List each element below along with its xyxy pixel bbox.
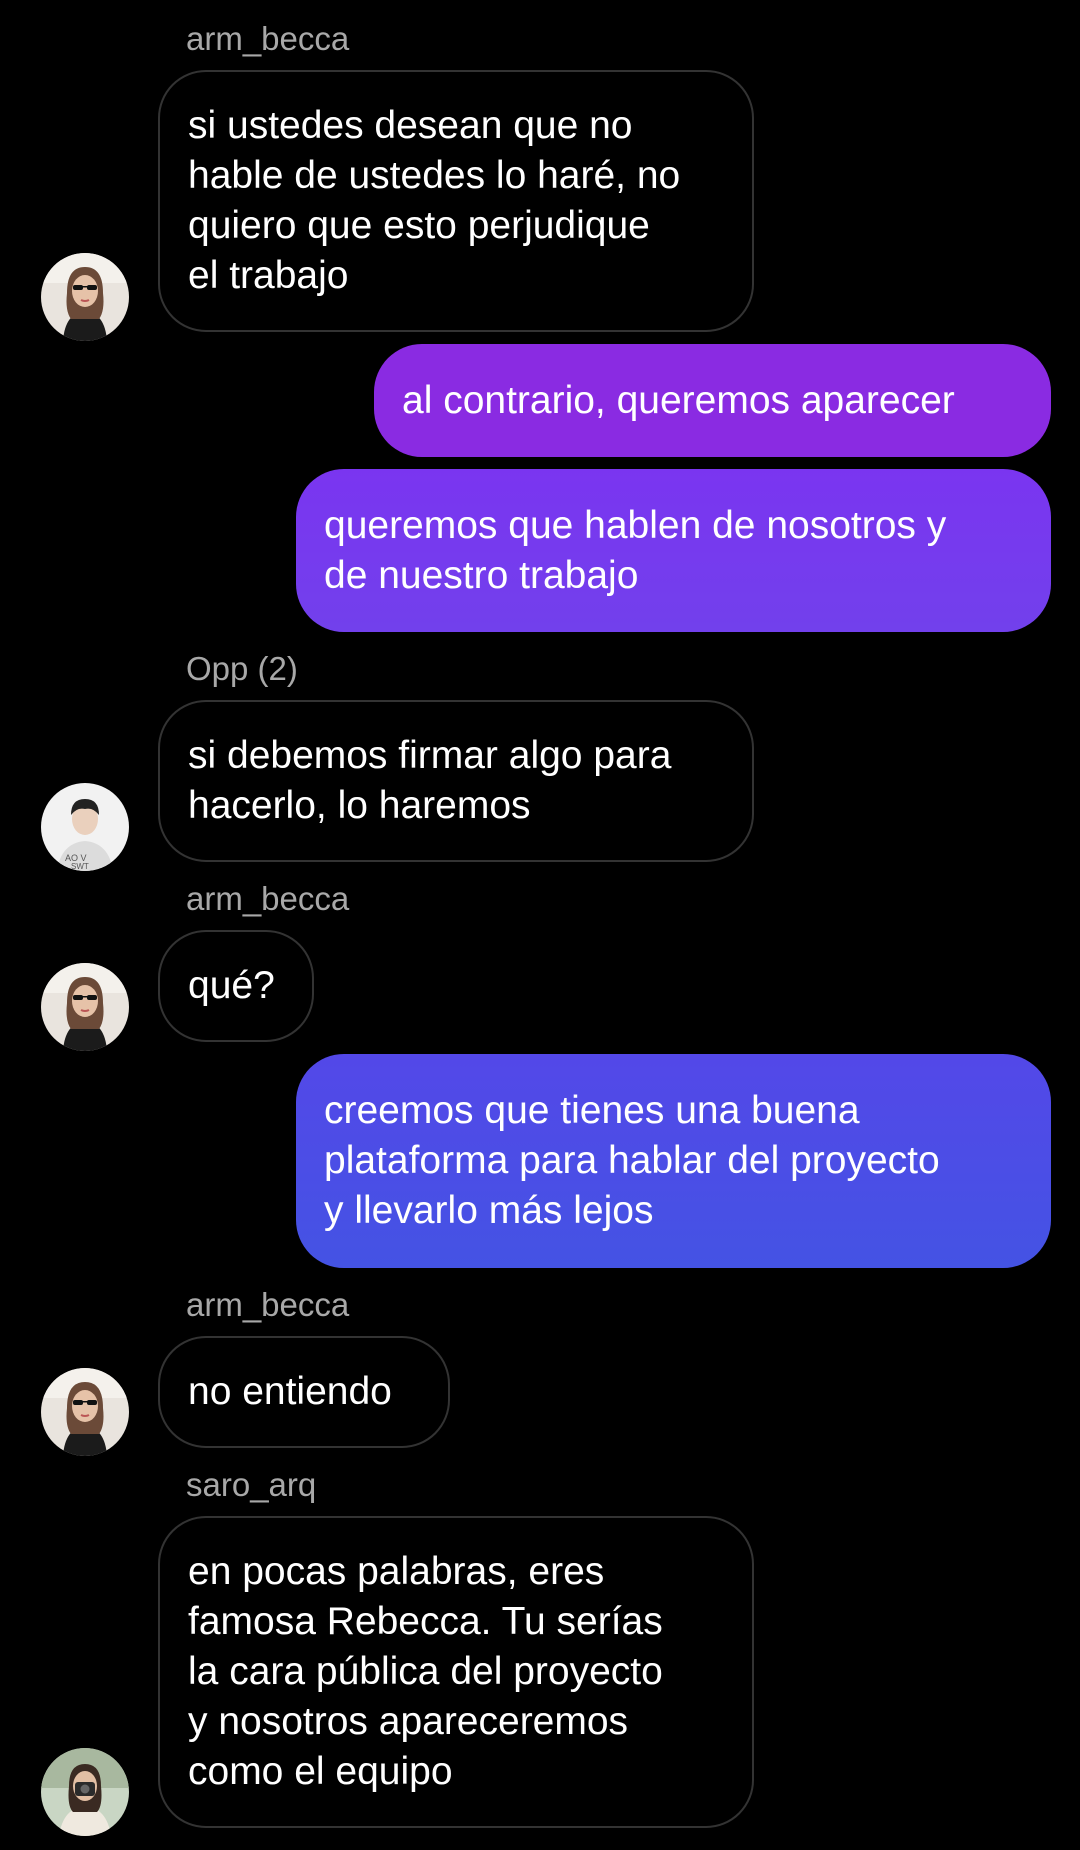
message-thread[interactable]: arm_becca si ustedes desean que no hable… bbox=[0, 0, 1080, 1850]
avatar-saro-arq[interactable] bbox=[41, 1748, 129, 1836]
outgoing-message[interactable]: al contrario, queremos aparecer bbox=[374, 344, 1051, 457]
outgoing-message[interactable]: queremos que hablen de nosotros y de nue… bbox=[296, 469, 1051, 632]
svg-text:SWT: SWT bbox=[71, 862, 89, 871]
incoming-message[interactable]: si ustedes desean que no hable de ustede… bbox=[158, 70, 754, 332]
incoming-message[interactable]: en pocas palabras, eres famosa Rebecca. … bbox=[158, 1516, 754, 1828]
avatar-opp[interactable]: AO V SWT bbox=[41, 783, 129, 871]
sender-name: arm_becca bbox=[186, 1286, 350, 1323]
incoming-message[interactable]: qué? bbox=[158, 930, 314, 1042]
sender-name: arm_becca bbox=[186, 880, 350, 917]
sender-name: arm_becca bbox=[186, 20, 350, 57]
avatar-arm-becca[interactable] bbox=[41, 1368, 129, 1456]
outgoing-message[interactable]: creemos que tienes una buena plataforma … bbox=[296, 1054, 1051, 1268]
incoming-message[interactable]: si debemos firmar algo para hacerlo, lo … bbox=[158, 700, 754, 862]
avatar-arm-becca[interactable] bbox=[41, 253, 129, 341]
sender-name: Opp (2) bbox=[186, 650, 298, 687]
sender-name: saro_arq bbox=[186, 1466, 317, 1503]
avatar-arm-becca[interactable] bbox=[41, 963, 129, 1051]
incoming-message[interactable]: no entiendo bbox=[158, 1336, 450, 1448]
